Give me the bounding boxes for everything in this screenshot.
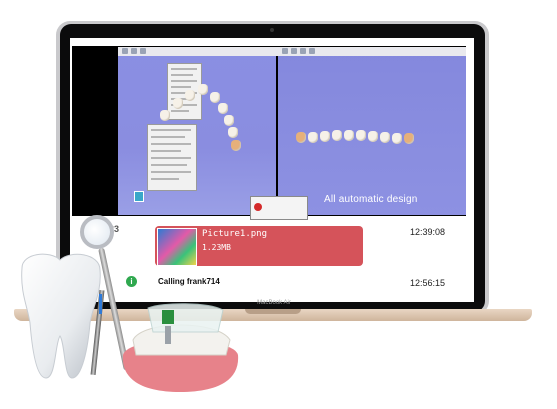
- cad-settings-panel: [147, 124, 197, 191]
- attachment-file-name[interactable]: Picture1.png: [202, 229, 267, 239]
- tooth-model: [392, 133, 402, 144]
- tooth-model: [356, 130, 366, 141]
- tooth-model: [173, 98, 183, 109]
- image-thumbnail[interactable]: [157, 228, 197, 266]
- error-icon: [254, 203, 262, 211]
- video-caption: All automatic design: [324, 194, 418, 205]
- info-icon: i: [126, 276, 137, 287]
- tooth-model: [332, 130, 342, 141]
- tooth-model: [160, 110, 170, 121]
- jaw-model-illustration: [122, 303, 239, 392]
- toolbar-icon: [140, 48, 146, 54]
- tooth-model: [210, 92, 220, 103]
- tooth-model: [296, 132, 306, 143]
- toolbar-icon: [131, 48, 137, 54]
- tooth-model: [320, 131, 330, 142]
- toolbar-icon: [309, 48, 315, 54]
- call-event-time: 12:56:15: [410, 278, 446, 288]
- popup-dialog[interactable]: [250, 196, 308, 220]
- probe-grip: [99, 294, 102, 314]
- tooth-model: [308, 132, 318, 143]
- tooth-model: [368, 131, 378, 142]
- toolbar-icon: [282, 48, 288, 54]
- dental-mirror-icon: [80, 215, 114, 249]
- laptop-notch: [245, 309, 301, 314]
- tooth-model: [185, 90, 195, 101]
- webcam: [270, 28, 274, 32]
- attachment-time: 12:39:08: [410, 227, 446, 237]
- toolbar-icon: [122, 48, 128, 54]
- toolbar-icon: [300, 48, 306, 54]
- cad-cursor-icon: [134, 191, 144, 202]
- tooth-model: [198, 84, 208, 95]
- tooth-model: [224, 115, 234, 126]
- tooth-model: [231, 140, 241, 151]
- attachment-file-size: 1.23MB: [202, 243, 231, 252]
- laptop-brand-label: MacBook Air: [257, 300, 291, 306]
- tooth-model: [404, 133, 414, 144]
- tooth-model: [380, 132, 390, 143]
- call-event-text: Calling frank714: [158, 277, 220, 286]
- toolbar-icon: [291, 48, 297, 54]
- tooth-model: [228, 127, 238, 138]
- tooth-model: [344, 130, 354, 141]
- tooth-model: [218, 103, 228, 114]
